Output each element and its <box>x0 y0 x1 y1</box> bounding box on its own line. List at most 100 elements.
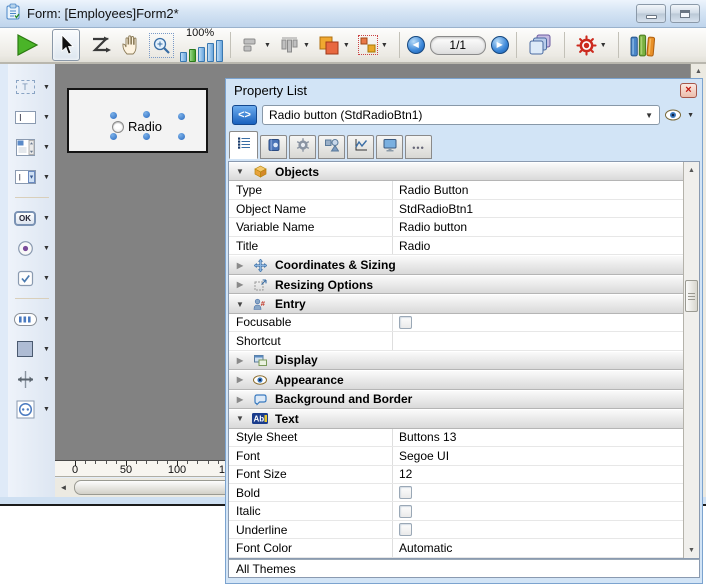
expand-arrow-icon[interactable]: ▶ <box>234 395 246 404</box>
property-value-cell[interactable]: StdRadioBtn1 <box>393 200 683 217</box>
property-value-cell[interactable]: Radio Button <box>393 181 683 198</box>
property-row-variable-name[interactable]: Variable NameRadio button <box>229 218 683 236</box>
property-value-cell[interactable]: Radio button <box>393 218 683 235</box>
settings-button[interactable]: ▼ <box>572 29 611 61</box>
chevron-down-icon[interactable]: ▼ <box>600 42 607 49</box>
group-tool-button[interactable]: ▼ <box>354 29 392 61</box>
chevron-down-icon[interactable]: ▼ <box>43 144 50 151</box>
tool-rectangle[interactable]: ▼ <box>8 334 55 364</box>
zoom-bar-current[interactable] <box>189 49 196 62</box>
tool-splitter[interactable]: ▼ <box>8 364 55 394</box>
tool-radio-button[interactable]: ▼ <box>8 233 55 263</box>
chevron-down-icon[interactable]: ▼ <box>43 215 50 222</box>
form-area[interactable]: Radio <box>67 88 208 153</box>
scroll-down-icon[interactable]: ▼ <box>684 542 699 558</box>
property-value-cell[interactable]: Radio <box>393 237 683 254</box>
property-row-font-color[interactable]: Font ColorAutomatic <box>229 539 683 557</box>
minimize-button[interactable] <box>636 4 666 23</box>
chevron-down-icon[interactable]: ▼ <box>43 275 50 282</box>
zoom-bars[interactable] <box>180 40 223 62</box>
chevron-down-icon[interactable]: ▼ <box>43 376 50 383</box>
tab-property-list[interactable] <box>229 131 258 159</box>
section-coordinates-sizing[interactable]: ▶Coordinates & Sizing <box>229 255 683 274</box>
property-list-titlebar[interactable]: Property List × <box>226 79 702 101</box>
property-value-cell[interactable] <box>393 332 683 349</box>
chevron-down-icon[interactable]: ▼ <box>43 316 50 323</box>
tool-check-box[interactable]: ▼ <box>8 263 55 293</box>
prev-next-object-button[interactable]: <> <box>232 105 257 125</box>
selection-tool-button[interactable] <box>52 29 80 61</box>
zoom-bar-5[interactable] <box>216 40 223 62</box>
tab-objects-shapes[interactable] <box>318 135 345 159</box>
collapse-arrow-icon[interactable]: ▼ <box>234 414 246 423</box>
section-resizing-options[interactable]: ▶Resizing Options <box>229 275 683 294</box>
section-entry[interactable]: ▼#Entry <box>229 294 683 313</box>
section-objects[interactable]: ▼Objects <box>229 162 683 181</box>
section-appearance[interactable]: ▶Appearance <box>229 370 683 389</box>
property-value-cell[interactable] <box>393 484 683 501</box>
property-row-italic[interactable]: Italic <box>229 502 683 520</box>
chevron-down-icon[interactable]: ▼ <box>381 42 388 49</box>
property-row-underline[interactable]: Underline <box>229 521 683 539</box>
property-row-type[interactable]: TypeRadio Button <box>229 181 683 199</box>
move-tool-button[interactable] <box>116 29 145 61</box>
previous-page-button[interactable]: ◀ <box>407 36 425 54</box>
property-value-cell[interactable]: Segoe UI <box>393 447 683 464</box>
tool-list-box[interactable]: ▼ <box>8 132 55 162</box>
selection-handle[interactable] <box>143 133 150 140</box>
tab-chart[interactable] <box>347 135 374 159</box>
zoom-bar-1[interactable] <box>180 52 187 62</box>
section-text[interactable]: ▼AbText <box>229 409 683 428</box>
tool-combo-box[interactable]: I▼ <box>8 162 55 192</box>
zoom-bar-4[interactable] <box>207 43 214 62</box>
property-list-scrollbar[interactable]: ▲ ▼ <box>683 162 699 558</box>
align-tool-button[interactable]: ▼ <box>238 29 275 61</box>
property-value-cell[interactable] <box>393 502 683 519</box>
entry-order-tool-button[interactable] <box>86 29 116 61</box>
tool-button-bar[interactable]: ▼ <box>8 304 55 334</box>
chevron-down-icon[interactable]: ▼ <box>303 42 310 49</box>
tab-display-monitor[interactable] <box>376 135 403 159</box>
expand-arrow-icon[interactable]: ▶ <box>234 280 246 289</box>
tab-more[interactable]: ••• <box>405 135 432 159</box>
next-page-button[interactable]: ▶ <box>491 36 509 54</box>
selection-handle[interactable] <box>178 133 185 140</box>
zoom-tool-button[interactable] <box>145 29 178 61</box>
tab-events-book[interactable] <box>260 135 287 159</box>
chevron-down-icon[interactable]: ▼ <box>43 406 50 413</box>
checkbox-bold[interactable] <box>399 486 412 499</box>
chevron-down-icon[interactable]: ▼ <box>264 42 271 49</box>
property-value-cell[interactable] <box>393 314 683 331</box>
scroll-thumb[interactable] <box>685 280 698 312</box>
property-value-cell[interactable]: Automatic <box>393 539 683 556</box>
collapse-arrow-icon[interactable]: ▼ <box>234 167 246 176</box>
property-row-focusable[interactable]: Focusable <box>229 314 683 332</box>
library-button[interactable] <box>626 29 661 61</box>
expand-arrow-icon[interactable]: ▶ <box>234 375 246 384</box>
scroll-up-icon[interactable]: ▲ <box>684 162 699 178</box>
section-background-and-border[interactable]: ▶Background and Border <box>229 390 683 409</box>
zoom-bar-3[interactable] <box>198 47 205 62</box>
chevron-down-icon[interactable]: ▼ <box>43 84 50 91</box>
zoom-level-control[interactable]: 100% <box>180 28 223 62</box>
property-row-font[interactable]: FontSegoe UI <box>229 447 683 465</box>
checkbox-italic[interactable] <box>399 505 412 518</box>
property-row-bold[interactable]: Bold <box>229 484 683 502</box>
object-selector-dropdown[interactable]: Radio button (StdRadioBtn1) ▼ <box>262 105 660 125</box>
view-options-button[interactable]: ▼ <box>665 109 694 121</box>
form-pages-button[interactable] <box>524 29 557 61</box>
expand-arrow-icon[interactable]: ▶ <box>234 261 246 270</box>
tool-text-input[interactable]: I▼ <box>8 102 55 132</box>
checkbox-underline[interactable] <box>399 523 412 536</box>
layering-tool-button[interactable]: ▼ <box>314 29 354 61</box>
expand-arrow-icon[interactable]: ▶ <box>234 356 246 365</box>
checkbox-focusable[interactable] <box>399 316 412 329</box>
tool-plugin-area[interactable]: ▼ <box>8 394 55 424</box>
property-row-style-sheet[interactable]: Style SheetButtons 13 <box>229 429 683 447</box>
property-row-shortcut[interactable]: Shortcut <box>229 332 683 350</box>
property-row-object-name[interactable]: Object NameStdRadioBtn1 <box>229 200 683 218</box>
distribute-tool-button[interactable]: ▼ <box>275 29 314 61</box>
property-row-font-size[interactable]: Font Size12 <box>229 466 683 484</box>
chevron-down-icon[interactable]: ▼ <box>43 174 50 181</box>
tool-button[interactable]: OK▼ <box>8 203 55 233</box>
